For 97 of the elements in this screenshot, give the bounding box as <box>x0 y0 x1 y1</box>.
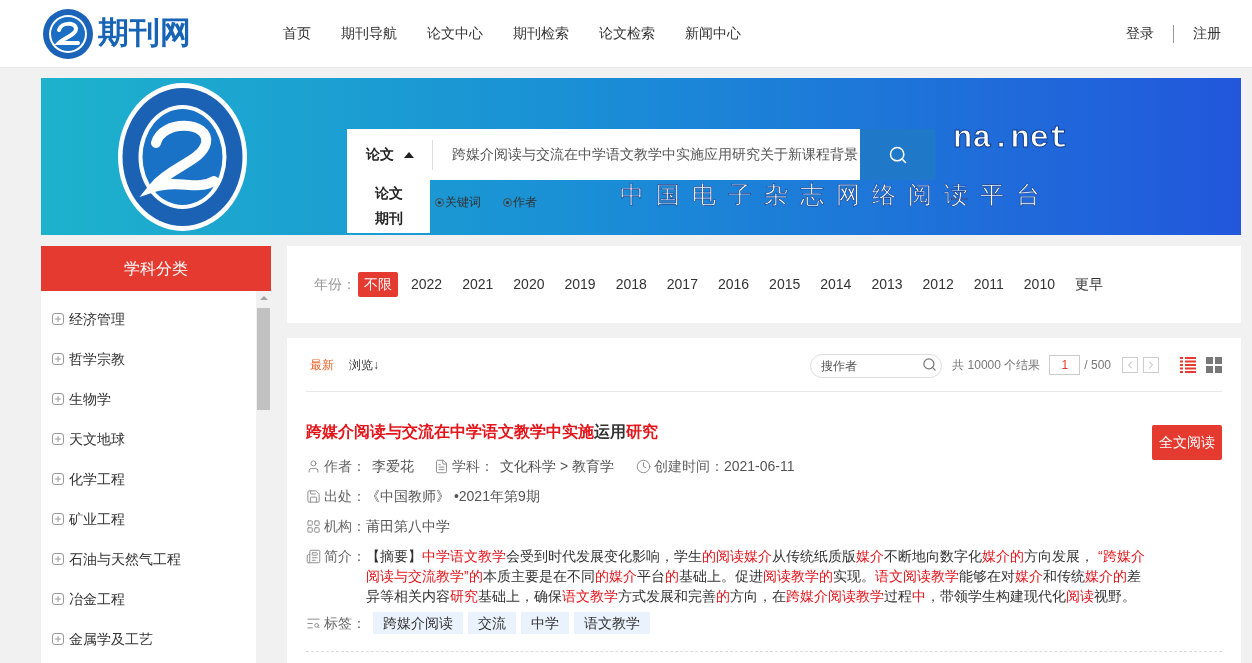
search-input[interactable]: 跨媒介阅读与交流在中学语文教学中实施应用研究关于新课程背景 <box>433 129 860 180</box>
plus-square-icon[interactable] <box>52 593 64 605</box>
prev-page-button[interactable] <box>1122 357 1138 373</box>
year-option[interactable]: 2019 <box>554 272 606 297</box>
subject-value: 文化科学 > 教育学 <box>500 456 614 476</box>
plus-square-icon[interactable] <box>52 633 64 645</box>
banner-domain-text: na.net <box>953 122 1069 156</box>
year-option[interactable]: 2012 <box>912 272 964 297</box>
logo-icon[interactable] <box>43 8 93 59</box>
login-link[interactable]: 登录 <box>1126 23 1154 44</box>
nav-link[interactable]: 期刊导航 <box>341 23 397 44</box>
radio-icon[interactable] <box>503 197 512 207</box>
category-link[interactable]: 天文地球 <box>69 428 125 450</box>
subject-label: 学科： <box>452 456 494 476</box>
plus-square-icon[interactable] <box>52 513 64 525</box>
search-type-option[interactable]: 论文 <box>374 181 403 206</box>
grid-view-icon[interactable] <box>1206 357 1222 373</box>
year-option[interactable]: 2021 <box>452 272 504 297</box>
category-link[interactable]: 冶金工程 <box>69 588 125 610</box>
year-option[interactable]: 更早 <box>1065 272 1113 297</box>
category-link[interactable]: 矿业工程 <box>69 508 125 530</box>
search-button[interactable] <box>860 129 935 180</box>
category-link[interactable]: 金属学及工艺 <box>69 628 153 650</box>
banner-slogan: 中国电子杂志网络阅读平台 <box>620 181 1052 209</box>
author-name[interactable]: 李爱花 <box>372 455 414 477</box>
year-option[interactable]: 2013 <box>861 272 913 297</box>
search-type-select[interactable]: 论文 <box>347 129 432 180</box>
year-option[interactable]: 2018 <box>605 272 657 297</box>
tag-chip[interactable]: 语文教学 <box>574 612 650 634</box>
nav-link[interactable]: 论文检索 <box>599 23 655 44</box>
grid-squares-icon <box>306 518 321 534</box>
plus-square-icon[interactable] <box>52 553 64 565</box>
year-option[interactable]: 2014 <box>810 272 862 297</box>
tags-label: 标签： <box>324 613 366 633</box>
search-type-option[interactable]: 期刊 <box>374 206 403 231</box>
year-filter-label: 年份： <box>314 275 356 294</box>
tag-chip[interactable]: 中学 <box>521 612 569 634</box>
category-link[interactable]: 经济管理 <box>69 308 125 330</box>
institution-value: 莆田第八中学 <box>366 516 450 536</box>
document-icon <box>434 458 449 474</box>
plus-square-icon[interactable] <box>52 473 64 485</box>
year-option[interactable]: 2016 <box>707 272 760 297</box>
scroll-up-arrow-icon[interactable] <box>259 296 268 300</box>
scrollbar-thumb[interactable] <box>257 308 270 410</box>
year-option[interactable]: 2010 <box>1013 272 1065 297</box>
search-icon[interactable] <box>922 357 938 372</box>
nav-link[interactable]: 新闻中心 <box>685 23 741 44</box>
category-link[interactable]: 哲学宗教 <box>69 348 125 370</box>
emblem-icon <box>118 83 247 231</box>
list-view-icon[interactable] <box>1180 357 1196 373</box>
year-option[interactable]: 2020 <box>503 272 555 297</box>
search-icon <box>887 144 908 165</box>
year-option[interactable]: 2015 <box>759 272 811 297</box>
author-label: 作者： <box>324 456 366 476</box>
person-icon <box>306 458 321 474</box>
sidebar-title: 学科分类 <box>41 246 271 291</box>
radio-icon[interactable] <box>435 197 444 207</box>
result-count: 共 10000 个结果 <box>952 357 1041 374</box>
newspaper-icon <box>306 549 321 564</box>
clock-icon <box>635 458 651 474</box>
plus-square-icon[interactable] <box>52 313 64 325</box>
category-link[interactable]: 化学工程 <box>69 468 125 490</box>
nav-link[interactable]: 期刊检索 <box>513 23 569 44</box>
page-input[interactable]: 1 <box>1049 355 1081 375</box>
plus-square-icon[interactable] <box>52 353 64 365</box>
author-search-input[interactable]: 搜作者 <box>810 354 943 378</box>
tag-chip[interactable]: 跨媒介阅读 <box>373 612 463 634</box>
next-page-button[interactable] <box>1143 357 1159 373</box>
category-link[interactable]: 生物学 <box>69 388 111 410</box>
tag-chip[interactable]: 交流 <box>468 612 516 634</box>
year-option[interactable]: 2017 <box>656 272 708 297</box>
year-option[interactable]: 不限 <box>358 272 398 297</box>
abstract-label: 简介： <box>324 547 366 566</box>
nav-link[interactable]: 论文中心 <box>427 23 483 44</box>
category-link[interactable]: 石油与天然气工程 <box>69 548 181 570</box>
plus-square-icon[interactable] <box>52 433 64 445</box>
abstract-text: 【摘要】中学语文教学会受到时代发展变化影响，学生的阅读媒介从传统纸质版媒介不断地向数字化媒介的方向发展， “跨媒介阅读与交流教学”的本质主要是在不同的媒介平台的基础上。促进阅读教学的实现。语文阅读教学能够在对媒介和传统媒介的差异等相关内容研究基础上，确保语文教学方式发展和完善的方向，在跨媒介阅读教学过程中，带领学生构建现代化阅读视野。 <box>366 547 1146 606</box>
source-label: 出处： <box>324 486 366 506</box>
institution-label: 机构： <box>324 516 366 536</box>
read-full-text-button[interactable]: 全文阅读 <box>1152 425 1222 460</box>
brand-name[interactable]: 期刊网 <box>98 10 191 57</box>
article-title-link[interactable]: 跨媒介阅读与交流在中学语文教学中实施运用研究 <box>306 421 658 443</box>
search-scope-label[interactable]: 作者 <box>513 193 537 211</box>
source-value: 《中国教师》 •2021年第9期 <box>366 486 540 506</box>
sort-option[interactable]: 最新 <box>310 356 334 374</box>
year-option[interactable]: 2022 <box>401 272 453 297</box>
sort-option[interactable]: 浏览↓ <box>349 356 379 374</box>
search-scope-label[interactable]: 关键词 <box>445 193 481 211</box>
caret-up-icon <box>404 151 414 158</box>
year-option[interactable]: 2011 <box>963 272 1014 297</box>
page-total: / 500 <box>1084 357 1111 374</box>
plus-square-icon[interactable] <box>52 393 64 405</box>
created-label: 创建时间： <box>653 456 724 476</box>
register-link[interactable]: 注册 <box>1193 23 1221 44</box>
created-date: 2021-06-11 <box>723 456 795 476</box>
text-search-icon <box>306 615 321 631</box>
nav-link[interactable]: 首页 <box>283 23 311 44</box>
